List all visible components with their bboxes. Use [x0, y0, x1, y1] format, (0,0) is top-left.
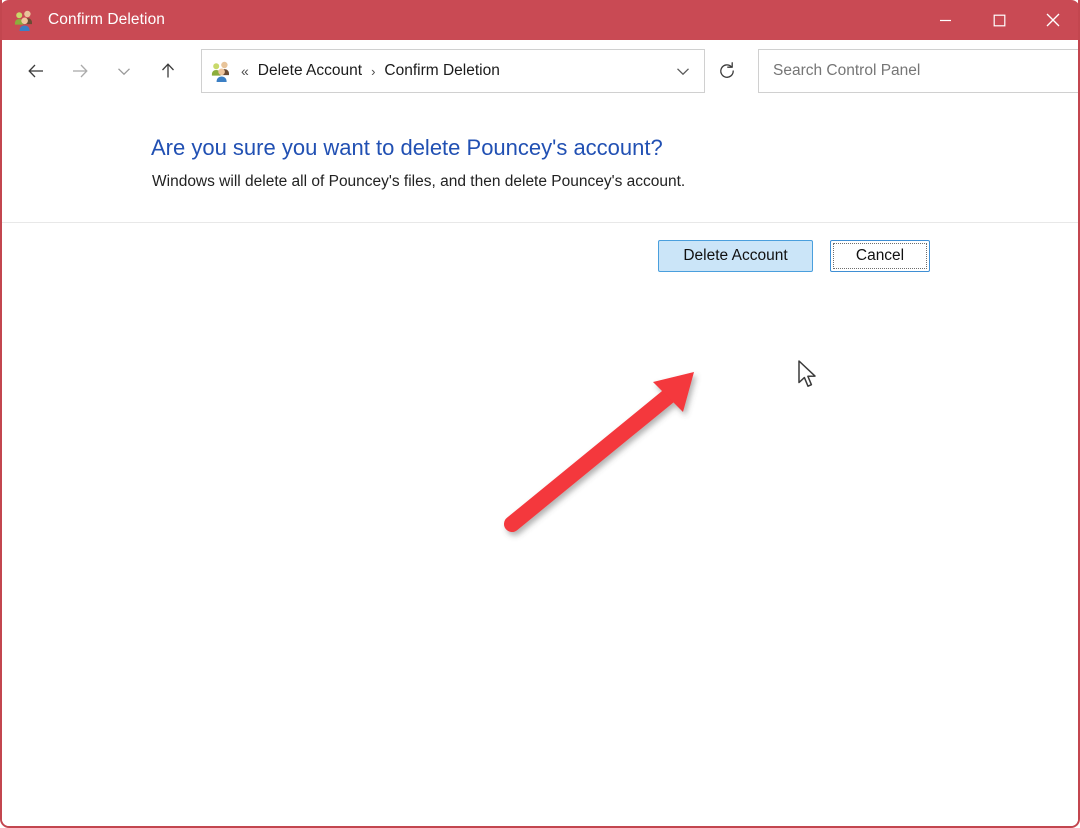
search-box[interactable]: Search Control Panel: [758, 49, 1078, 93]
up-arrow-icon[interactable]: [151, 54, 185, 88]
action-button-row: Delete Account Cancel: [658, 240, 930, 272]
navigation-toolbar: « Delete Account › Confirm Deletion Sear…: [2, 40, 1078, 102]
content-divider: [2, 222, 1078, 223]
content-area: Are you sure you want to delete Pouncey'…: [2, 102, 1078, 826]
control-panel-window: Confirm Deletion « Delete Account › Conf…: [0, 0, 1080, 828]
title-bar[interactable]: Confirm Deletion: [2, 0, 1078, 40]
page-title: Are you sure you want to delete Pouncey'…: [151, 135, 663, 160]
mouse-cursor: [797, 360, 819, 392]
address-chevron-down-icon[interactable]: [668, 53, 698, 89]
window-controls: [918, 0, 1078, 40]
red-pointer-arrow: [482, 352, 732, 552]
refresh-icon[interactable]: [709, 53, 745, 89]
maximize-button[interactable]: [972, 0, 1026, 40]
user-accounts-icon: [14, 9, 36, 31]
forward-arrow-icon[interactable]: [63, 54, 97, 88]
close-button[interactable]: [1026, 0, 1078, 40]
breadcrumb-item-confirm-deletion[interactable]: Confirm Deletion: [384, 62, 499, 80]
breadcrumb-overflow[interactable]: «: [241, 63, 249, 79]
window-title: Confirm Deletion: [48, 11, 166, 28]
minimize-button[interactable]: [918, 0, 972, 40]
delete-account-button[interactable]: Delete Account: [658, 240, 813, 272]
breadcrumb-item-delete-account[interactable]: Delete Account: [258, 62, 362, 80]
recent-locations-chevron-down-icon[interactable]: [107, 54, 141, 88]
cancel-button[interactable]: Cancel: [830, 240, 930, 272]
search-input[interactable]: Search Control Panel: [773, 62, 1078, 80]
address-breadcrumb-bar[interactable]: « Delete Account › Confirm Deletion: [201, 49, 705, 93]
breadcrumb-separator[interactable]: ›: [371, 64, 375, 79]
user-accounts-icon: [211, 60, 233, 82]
back-arrow-icon[interactable]: [19, 54, 53, 88]
cancel-button-label: Cancel: [855, 247, 905, 264]
delete-account-button-label: Delete Account: [683, 247, 788, 264]
page-description: Windows will delete all of Pouncey's fil…: [152, 173, 686, 190]
